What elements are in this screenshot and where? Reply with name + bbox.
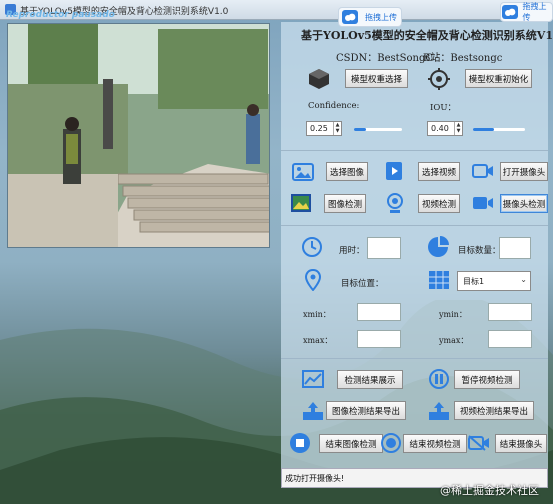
- drag-upload-label: 拖拽上传: [522, 2, 547, 22]
- target-select[interactable]: 目标1 ⌄: [457, 271, 531, 291]
- time-field: [367, 237, 401, 259]
- drag-upload-button-2[interactable]: 拖拽上传: [500, 2, 553, 22]
- time-label: 用时：: [339, 246, 365, 256]
- end-image-detect-button[interactable]: 结束图像检测: [319, 434, 383, 453]
- camera-off-icon: [468, 434, 490, 452]
- xmax-field: [357, 330, 401, 348]
- iou-value: 0.40: [431, 124, 449, 133]
- export-video-button[interactable]: 视频检测结果导出: [454, 401, 534, 420]
- target-count-field: [499, 237, 531, 259]
- image-icon: [292, 162, 314, 182]
- spin-arrows-icon[interactable]: ▲ ▼: [333, 122, 341, 135]
- confidence-spinbox[interactable]: 0.25 ▲ ▼: [306, 121, 342, 136]
- location-pin-icon: [304, 269, 322, 291]
- export-icon: [302, 400, 324, 422]
- confidence-label: Confidence:: [308, 101, 360, 111]
- stop-record-icon: [380, 432, 402, 454]
- grid-icon: [428, 270, 450, 290]
- iou-label: IOU：: [430, 103, 456, 113]
- panel-title: 基于YOLOv5模型的安全帽及背心检测识别系统V1.0: [301, 29, 553, 42]
- chevron-down-icon: ⌄: [520, 275, 527, 284]
- confidence-value: 0.25: [310, 124, 328, 133]
- bilibili-label: B站：Bestsongc: [423, 53, 503, 64]
- stop-circle-icon: [289, 432, 311, 454]
- end-camera-button[interactable]: 结束摄像头: [495, 434, 547, 453]
- camera-preview: [7, 23, 270, 248]
- control-panel: 基于YOLOv5模型的安全帽及背心检测识别系统V1.0 CSDN：BestSon…: [281, 22, 553, 488]
- pie-chart-icon: [427, 236, 449, 258]
- ymin-field: [488, 303, 532, 321]
- target-select-value: 目标1: [463, 277, 485, 286]
- divider: [281, 225, 548, 226]
- video-camera-icon: [472, 195, 494, 211]
- drag-upload-label: 拖拽上传: [365, 12, 397, 22]
- chart-icon: [302, 369, 324, 389]
- ymax-label: ymax：: [439, 336, 469, 345]
- photo-icon: [290, 193, 312, 213]
- video-file-icon: [384, 161, 404, 181]
- xmax-label: xmax：: [303, 336, 333, 345]
- csdn-label: CSDN：BestSongC: [336, 53, 434, 64]
- target-icon: [428, 68, 450, 90]
- spin-arrows-icon[interactable]: ▲ ▼: [454, 122, 462, 135]
- xmin-label: xmin：: [303, 310, 331, 319]
- open-camera-button[interactable]: 打开摄像头: [500, 162, 548, 181]
- camera-detect-button[interactable]: 摄像头检测: [500, 194, 548, 213]
- clock-icon: [301, 236, 323, 258]
- target-position-label: 目标位置：: [341, 279, 384, 289]
- iou-slider-fill: [473, 128, 494, 131]
- pause-video-button[interactable]: 暂停视频检测: [454, 370, 520, 389]
- init-weights-button[interactable]: 模型权重初始化: [465, 69, 532, 88]
- select-video-button[interactable]: 选择视频: [418, 162, 460, 181]
- pause-icon: [428, 368, 450, 390]
- video-watermark: Reproductor pausado: [6, 10, 115, 20]
- target-count-label: 目标数量：: [458, 246, 501, 256]
- camera-icon: [472, 163, 494, 179]
- footer-text: @稀土掘金技术社区: [440, 484, 539, 497]
- webcam-icon: [385, 192, 405, 214]
- confidence-slider-fill: [354, 128, 366, 131]
- export-image-button[interactable]: 图像检测结果导出: [326, 401, 406, 420]
- iou-spinbox[interactable]: 0.40 ▲ ▼: [427, 121, 463, 136]
- select-weights-button[interactable]: 模型权重选择: [345, 69, 408, 88]
- ymin-label: ymin：: [439, 310, 467, 319]
- ymax-field: [488, 330, 532, 348]
- end-video-detect-button[interactable]: 结束视频检测: [403, 434, 467, 453]
- divider: [281, 150, 548, 151]
- cloud-icon: [501, 3, 519, 21]
- export-icon: [428, 400, 450, 422]
- video-detect-button[interactable]: 视频检测: [418, 194, 460, 213]
- cube-icon: [308, 68, 330, 90]
- footer-watermark: @稀土掘金技术社区: [440, 482, 539, 498]
- divider: [281, 358, 548, 359]
- select-image-button[interactable]: 选择图像: [326, 162, 368, 181]
- show-results-button[interactable]: 检测结果展示: [337, 370, 403, 389]
- xmin-field: [357, 303, 401, 321]
- confidence-slider[interactable]: [354, 128, 402, 131]
- iou-slider[interactable]: [473, 128, 525, 131]
- drag-upload-button[interactable]: 拖拽上传: [338, 7, 402, 27]
- image-detect-button[interactable]: 图像检测: [324, 194, 366, 213]
- cloud-icon: [339, 8, 361, 26]
